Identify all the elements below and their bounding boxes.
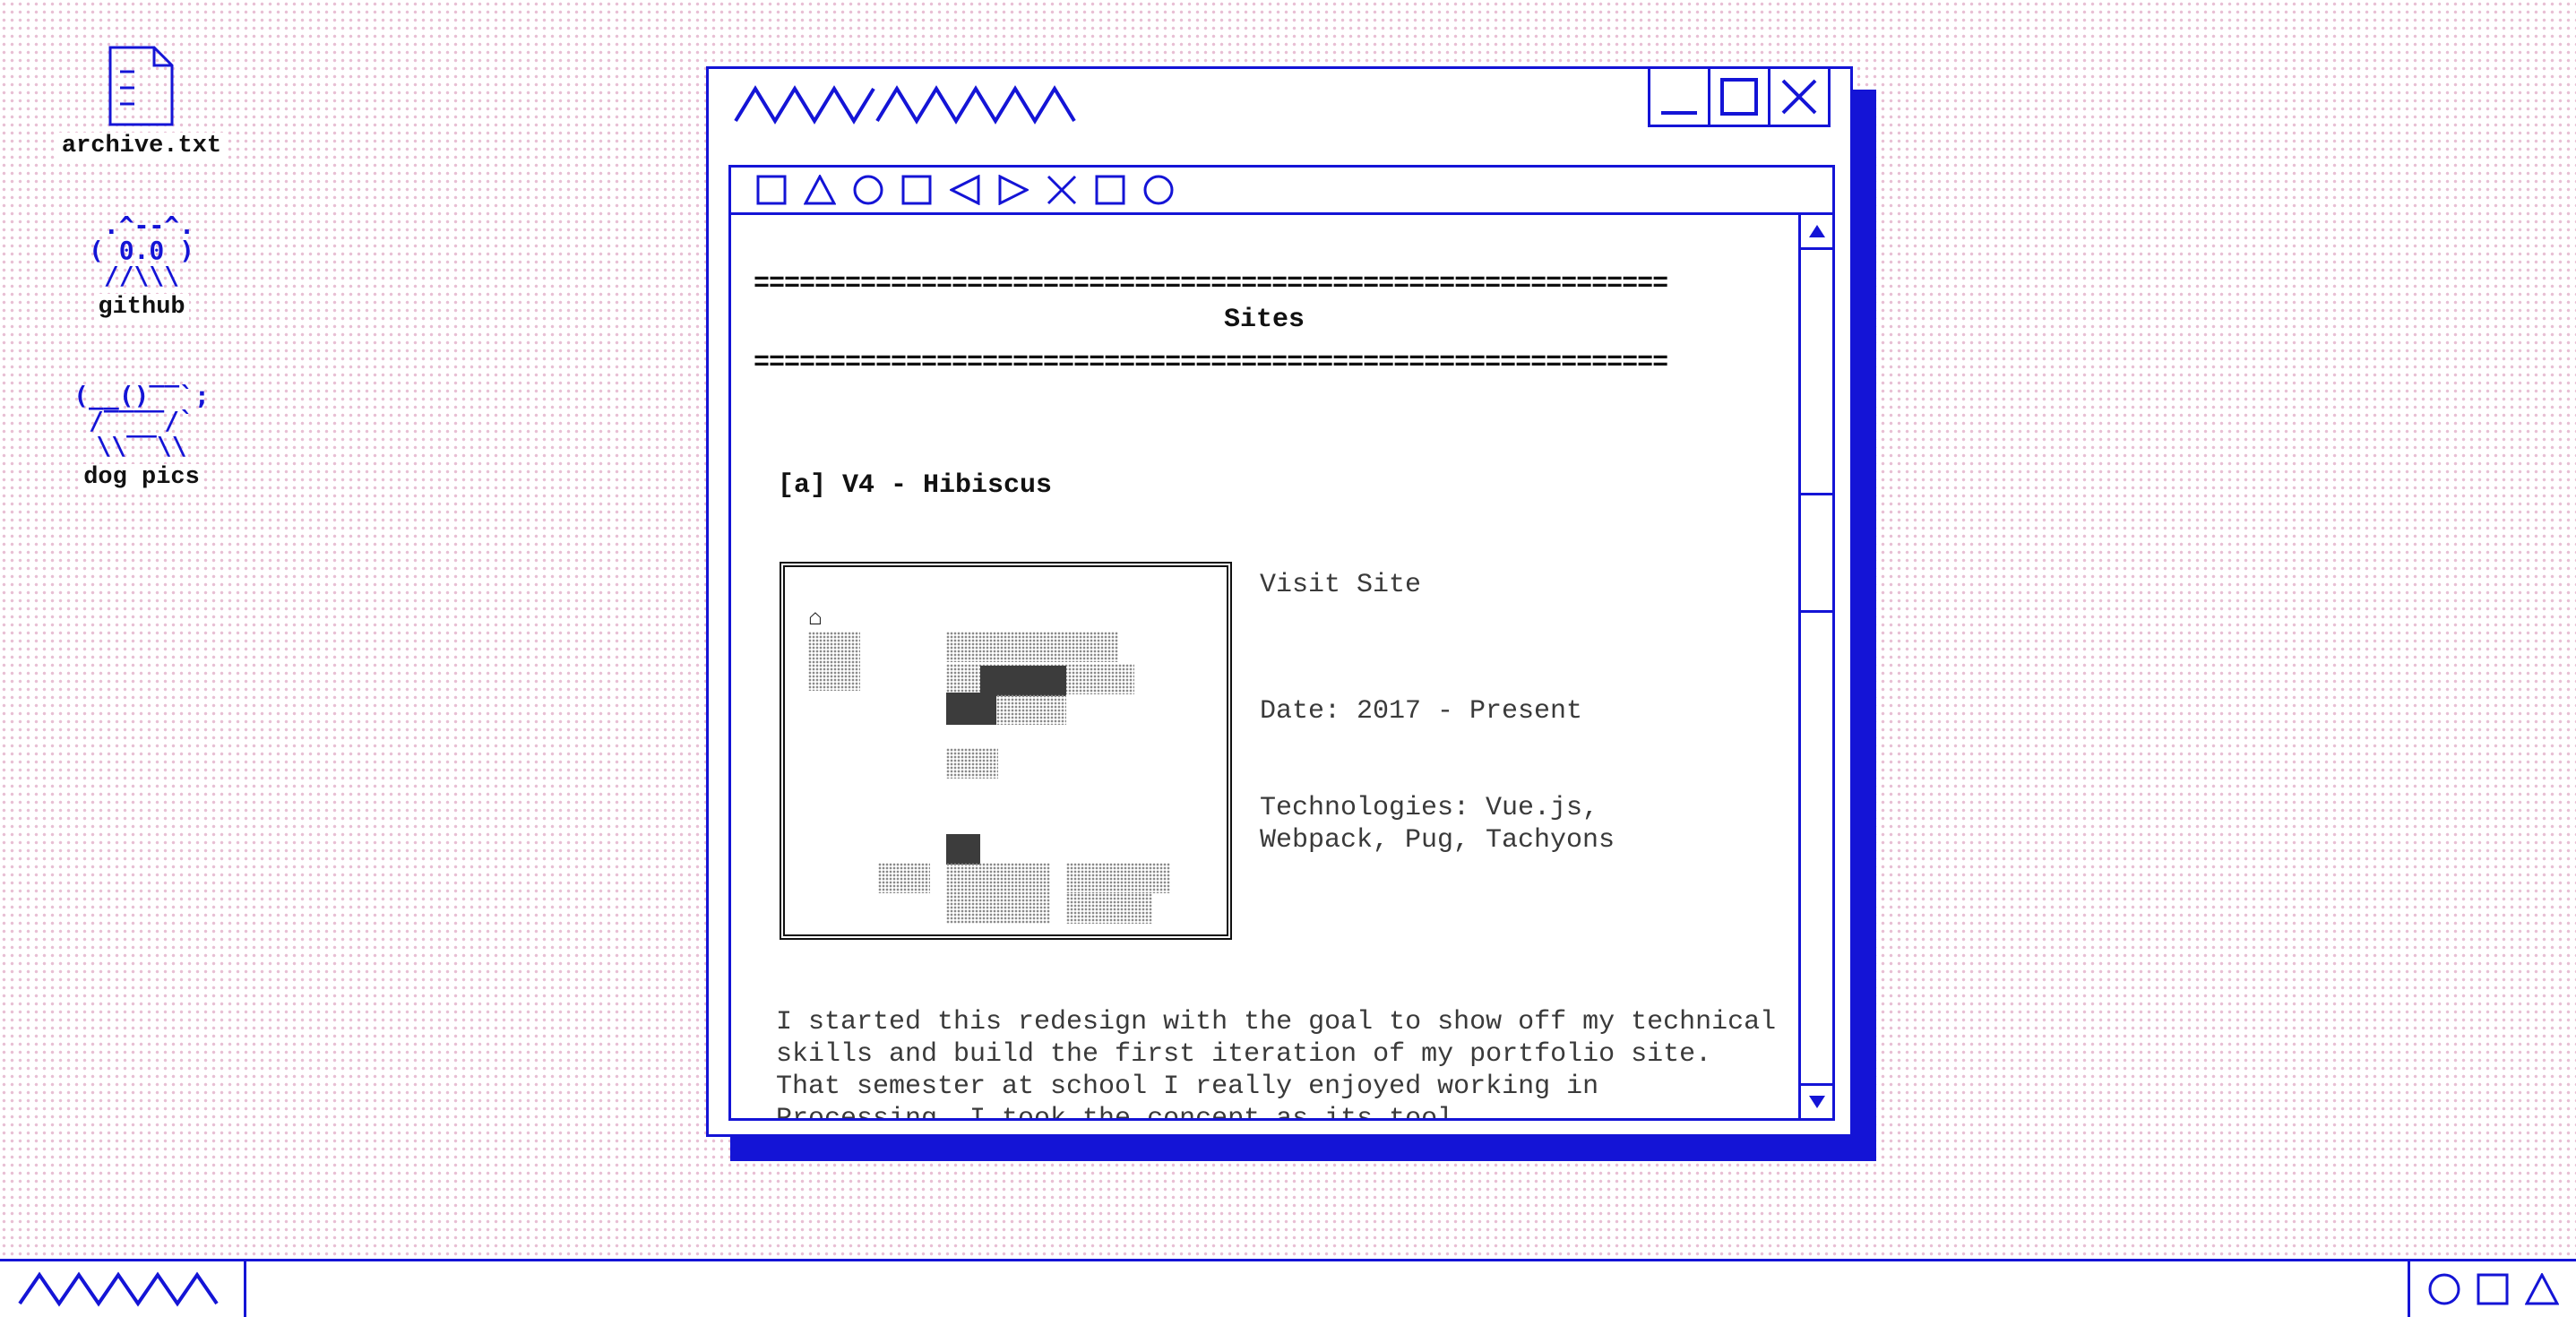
toolbar-back-button[interactable] <box>941 168 989 212</box>
toolbar-triangle-button[interactable] <box>796 168 844 212</box>
document-icon <box>108 46 174 126</box>
toolbar-circle-button[interactable] <box>844 168 892 212</box>
minimize-icon <box>1661 111 1697 115</box>
site-meta: Date: 2017 - Present Technologies: Vue.j… <box>1260 631 1797 921</box>
heading-rule-top: ========================================… <box>754 271 1668 297</box>
home-icon: ⌂ <box>808 605 823 632</box>
zigzag-title-icon <box>734 85 1092 125</box>
maximize-button[interactable] <box>1708 69 1768 125</box>
triangle-left-icon <box>950 175 980 205</box>
dog-ascii-icon: (__()‾‾`; /‾‾‾‾/` \\‾‾\\ <box>73 381 210 461</box>
shape-toolbar <box>728 165 1835 215</box>
triangle-right-icon <box>998 175 1029 205</box>
site-technologies: Technologies: Vue.js, Webpack, Pug, Tach… <box>1260 793 1615 856</box>
site-entry-title: [a] V4 - Hibiscus <box>778 470 1053 501</box>
toolbar-forward-button[interactable] <box>989 168 1038 212</box>
zigzag-start-icon <box>18 1271 219 1307</box>
vertical-scrollbar[interactable] <box>1798 215 1832 1118</box>
page-title: Sites <box>1223 305 1305 335</box>
scroll-down-button[interactable] <box>1801 1083 1832 1118</box>
toolbar-x-button[interactable] <box>1038 168 1086 212</box>
window-content[interactable]: ========================================… <box>728 212 1835 1121</box>
desktop-icon-github[interactable]: .^--^. ( 0.0 ) //\\\ github <box>34 213 249 321</box>
desktop-icon-label: github <box>94 294 189 321</box>
triangle-down-icon <box>1808 1096 1825 1108</box>
circle-icon[interactable] <box>2427 1272 2461 1306</box>
site-date: Date: 2017 - Present <box>1260 696 1583 727</box>
triangle-icon <box>804 175 836 205</box>
sites-window[interactable]: ========================================… <box>706 66 1853 1137</box>
circle-icon <box>853 175 883 205</box>
triangle-up-icon <box>1808 225 1825 237</box>
desktop-icon-dog-pics[interactable]: (__()‾‾`; /‾‾‾‾/` \\‾‾\\ dog pics <box>34 383 249 491</box>
minimize-button[interactable] <box>1650 69 1708 125</box>
circle-icon <box>1143 175 1174 205</box>
square-icon <box>1095 175 1125 205</box>
desktop-icon-archive[interactable]: archive.txt <box>34 45 249 159</box>
start-button[interactable] <box>0 1261 246 1317</box>
x-icon <box>1047 175 1077 205</box>
visit-site-link[interactable]: Visit Site <box>1260 569 1421 601</box>
octocat-ascii-icon: .^--^. ( 0.0 ) //\\\ <box>88 211 194 290</box>
site-preview-image[interactable]: ⌂ <box>780 562 1232 940</box>
desktop-icon-label: dog pics <box>80 464 203 491</box>
square-icon <box>756 175 787 205</box>
square-icon[interactable] <box>2477 1273 2509 1305</box>
square-icon <box>901 175 932 205</box>
system-tray <box>2408 1261 2576 1317</box>
desktop-icon-label: archive.txt <box>57 133 226 159</box>
site-description: I started this redesign with the goal to… <box>776 1007 1777 1121</box>
toolbar-circle-button[interactable] <box>1134 168 1183 212</box>
toolbar-square-button[interactable] <box>892 168 941 212</box>
toolbar-square-button[interactable] <box>1086 168 1134 212</box>
maximize-icon <box>1720 78 1758 116</box>
close-icon <box>1781 79 1817 115</box>
taskbar <box>0 1259 2576 1317</box>
toolbar-square-button[interactable] <box>747 168 796 212</box>
scroll-up-button[interactable] <box>1801 215 1832 250</box>
scrollbar-thumb[interactable] <box>1801 493 1832 613</box>
close-button[interactable] <box>1768 69 1828 125</box>
window-controls <box>1648 69 1831 127</box>
heading-rule-bottom: ========================================… <box>754 349 1668 376</box>
triangle-icon[interactable] <box>2525 1273 2560 1305</box>
